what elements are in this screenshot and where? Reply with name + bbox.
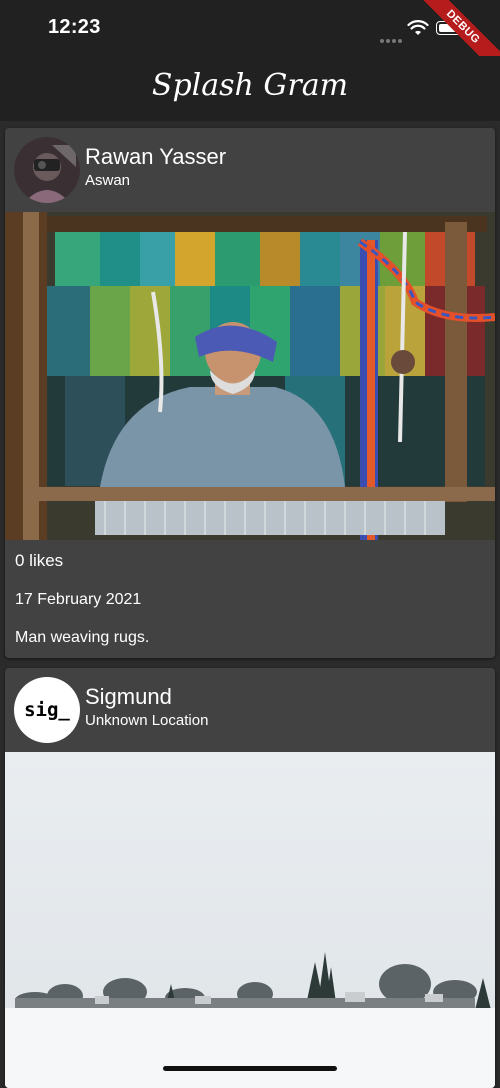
user-avatar[interactable]: sig_	[14, 677, 80, 743]
wifi-icon	[407, 20, 429, 35]
status-time: 12:23	[48, 16, 101, 38]
snowy-landscape-photo	[5, 752, 495, 1088]
post-username[interactable]: Rawan Yasser	[85, 144, 226, 170]
post-likes: 0 likes	[15, 551, 64, 570]
app-bar: Splash Gram	[0, 56, 500, 121]
post-caption: Man weaving rugs.	[15, 629, 150, 646]
post-username[interactable]: Sigmund	[85, 684, 172, 710]
post-photo[interactable]	[5, 752, 495, 1088]
post-location: Unknown Location	[85, 712, 209, 729]
post-card[interactable]: Rawan Yasser Aswan 0 likes 17 February 2…	[5, 128, 495, 658]
app-title: Splash Gram	[151, 68, 349, 103]
post-date: 17 February 2021	[15, 591, 142, 608]
avatar-photo	[14, 137, 80, 203]
battery-icon	[436, 21, 470, 35]
signal-icon	[380, 30, 404, 43]
user-avatar[interactable]	[14, 137, 80, 203]
post-card[interactable]: sig_ Sigmund Unknown Location	[5, 668, 495, 1088]
sigmund-logo-avatar: sig_	[24, 699, 70, 721]
svg-text:sig_: sig_	[24, 699, 70, 721]
post-location: Aswan	[85, 172, 131, 189]
post-photo[interactable]	[5, 212, 495, 540]
weaving-photo	[5, 212, 495, 540]
status-bar: 12:23	[0, 0, 500, 56]
home-indicator[interactable]	[163, 1066, 337, 1071]
